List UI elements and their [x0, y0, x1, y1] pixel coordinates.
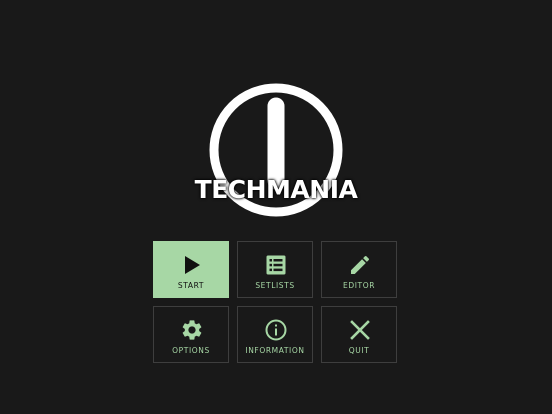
quit-label: QUIT — [348, 346, 370, 355]
editor-button[interactable]: EDITOR — [321, 241, 397, 298]
options-label: OPTIONS — [172, 346, 210, 355]
pencil-icon — [348, 253, 372, 277]
logo-title: TECHMANIA — [194, 175, 358, 204]
start-label: START — [177, 281, 205, 290]
options-button[interactable]: OPTIONS — [153, 306, 229, 363]
list-icon — [264, 253, 288, 277]
setlists-button[interactable]: SETLISTS — [237, 241, 313, 298]
main-menu: START SETLISTS EDITOR OPTIONS INFORMATIO… — [153, 241, 399, 364]
editor-label: EDITOR — [342, 281, 376, 290]
play-icon — [180, 253, 204, 277]
gear-icon — [180, 318, 204, 342]
start-button[interactable]: START — [153, 241, 229, 298]
information-button[interactable]: INFORMATION — [237, 306, 313, 363]
main-menu-screen: TECHMANIA START SETLISTS EDITOR OPTIONS … — [0, 0, 552, 414]
information-label: INFORMATION — [245, 346, 305, 355]
info-icon — [264, 318, 288, 342]
setlists-label: SETLISTS — [255, 281, 295, 290]
techmania-logo: TECHMANIA — [190, 78, 362, 218]
close-icon — [348, 318, 372, 342]
quit-button[interactable]: QUIT — [321, 306, 397, 363]
